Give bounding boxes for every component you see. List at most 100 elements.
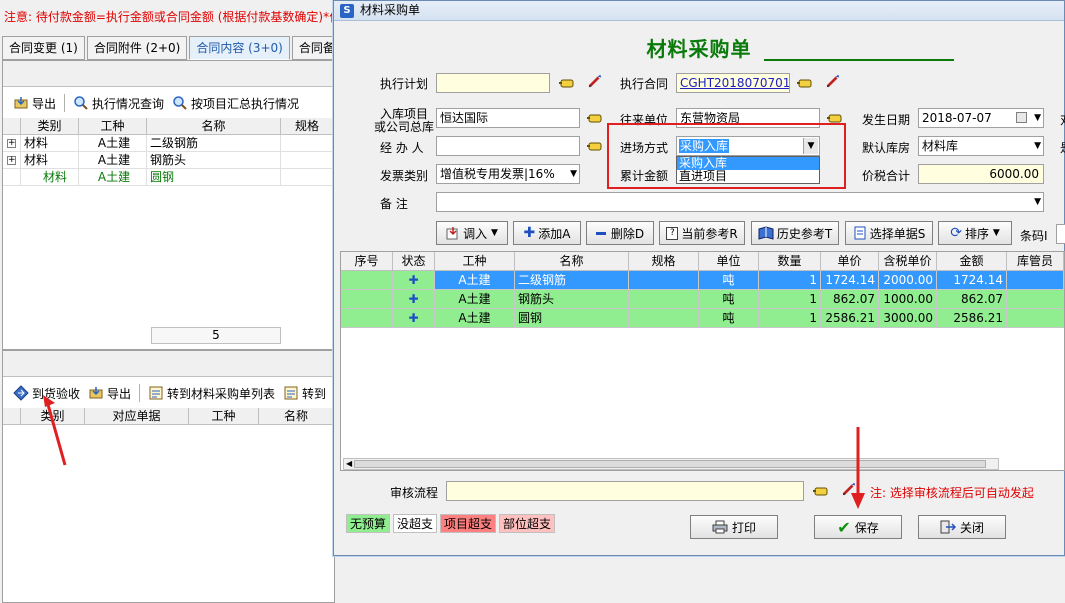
book-icon (758, 226, 774, 240)
print-button[interactable]: 打印 (690, 515, 778, 539)
arrival-pane: 到货验收 导出 转到材料采购单列表 转到 类别 对应单据 工种 名称 (2, 350, 335, 603)
table-row[interactable]: ✚ A土建 钢筋头 吨 1 862.07 1000.00 862.07 (341, 290, 1064, 309)
column-header[interactable]: 单价 (821, 252, 879, 270)
chevron-down-icon[interactable]: ▼ (1034, 113, 1041, 123)
check-icon: ✔ (837, 517, 851, 537)
select-doc-button[interactable]: 选择单据S (845, 221, 933, 245)
column-header[interactable]: 工种 (435, 252, 515, 270)
current-ref-button[interactable]: ? 当前参考R (659, 221, 745, 245)
pick-icon[interactable] (558, 75, 576, 91)
chevron-down-icon: ▼ (490, 228, 498, 238)
audit-field[interactable] (446, 481, 804, 501)
exec-query-button[interactable]: 执行情况查询 (69, 95, 168, 112)
row-count: 5 (151, 327, 281, 344)
plus-icon: ✚ (523, 225, 536, 241)
clear-icon[interactable] (586, 73, 604, 89)
table-row[interactable]: + 材料 A土建 二级钢筋 (3, 135, 334, 152)
scrollbar-thumb[interactable] (354, 460, 986, 468)
by-project-summary-button[interactable]: 按项目汇总执行情况 (168, 95, 303, 112)
close-button[interactable]: 关闭 (918, 515, 1006, 539)
sort-button[interactable]: ⟳ 排序 ▼ (938, 221, 1012, 245)
list-icon (284, 386, 298, 400)
import-button[interactable]: 调入 ▼ (436, 221, 508, 245)
chevron-down-icon[interactable]: ▼ (570, 169, 577, 179)
import-icon (446, 227, 458, 240)
date-field[interactable]: 2018-07-07 ▼ (918, 108, 1044, 128)
content-grid: 类别 工种 名称 规格 + 材料 A土建 二级钢筋 + 材料 A土建 钢筋头 材… (3, 118, 334, 186)
calendar-icon[interactable] (1016, 112, 1027, 123)
pick-icon[interactable] (586, 138, 604, 154)
barcode-field[interactable] (1056, 224, 1065, 244)
horizontal-scrollbar[interactable]: ◀ (343, 458, 999, 470)
audit-label: 审核流程 (390, 486, 439, 500)
export-icon (14, 97, 28, 109)
remark-label: 备 注 (380, 197, 408, 211)
column-header[interactable]: 名称 (515, 252, 629, 270)
pick-icon[interactable] (586, 110, 604, 126)
delete-button[interactable]: 删除D (586, 221, 654, 245)
exec-contract-field[interactable]: CGHT2018070701 (676, 73, 790, 93)
column-header[interactable]: 库管员 (1007, 252, 1064, 270)
column-header[interactable]: 序号 (341, 252, 393, 270)
chevron-left-icon[interactable]: ◀ (346, 459, 352, 469)
pick-icon[interactable] (812, 483, 830, 499)
legend-not-over: 没超支 (393, 514, 438, 533)
exec-plan-label: 执行计划 (380, 77, 429, 91)
export-button[interactable]: 导出 (9, 95, 60, 112)
tab-contract-content[interactable]: 合同内容 (3+0) (189, 36, 290, 60)
column-header[interactable]: 对应单据 (85, 408, 189, 424)
column-header[interactable]: 规格 (629, 252, 699, 270)
column-header[interactable]: 类别 (21, 118, 79, 134)
column-header[interactable]: 工种 (79, 118, 147, 134)
total-label: 价税合计 (862, 169, 911, 183)
invoice-label: 发票类别 (380, 169, 429, 183)
chevron-down-icon[interactable]: ▼ (1034, 141, 1041, 151)
annotation-arrow (851, 427, 865, 509)
exit-icon (940, 520, 956, 534)
status-plus-icon: ✚ (393, 290, 435, 308)
column-header[interactable]: 金额 (937, 252, 1007, 270)
total-field: 6000.00 (918, 164, 1044, 184)
history-ref-button[interactable]: 历史参考T (751, 221, 839, 245)
chevron-down-icon[interactable]: ▼ (1034, 197, 1041, 207)
tab-contract-attachment[interactable]: 合同附件 (2+0) (86, 36, 188, 60)
column-header[interactable]: 状态 (393, 252, 435, 270)
save-button[interactable]: ✔ 保存 (814, 515, 902, 539)
column-header[interactable]: 单位 (699, 252, 759, 270)
clear-icon[interactable] (824, 73, 842, 89)
column-header[interactable]: 工种 (189, 408, 259, 424)
default-wh-label: 默认库房 (862, 141, 911, 155)
column-header[interactable]: 名称 (259, 408, 334, 424)
dialog-titlebar[interactable]: 材料采购单 (334, 1, 1064, 21)
export-button[interactable]: 导出 (84, 385, 135, 402)
table-row[interactable]: ✚ A土建 圆钢 吨 1 2586.21 3000.00 2586.21 (341, 309, 1064, 328)
barcode-label: 条码I (1020, 229, 1048, 243)
column-header[interactable]: 名称 (147, 118, 281, 134)
purchase-order-dialog: 材料采购单 S 材料采购单 执行计划 执行合同 CGHT2018070701 入… (333, 0, 1065, 556)
to-purchase-list-button[interactable]: 转到材料采购单列表 (144, 385, 279, 402)
tab-contract-change[interactable]: 合同变更 (1) (2, 36, 85, 60)
column-header[interactable]: 含税单价 (879, 252, 937, 270)
page-title: 材料采购单 (646, 37, 752, 61)
project-field[interactable]: 恒达国际 (436, 108, 580, 128)
column-header[interactable]: 规格 (281, 118, 334, 134)
invoice-select[interactable]: 增值税专用发票|16% ▼ (436, 164, 580, 184)
expand-icon[interactable]: + (7, 139, 16, 148)
table-row[interactable]: 材料 A土建 圆钢 (3, 169, 334, 186)
handler-field[interactable] (436, 136, 580, 156)
minus-icon (595, 231, 606, 235)
expand-icon[interactable]: + (7, 156, 16, 165)
default-wh-select[interactable]: 材料库 ▼ (918, 136, 1044, 156)
app-icon: S (340, 4, 354, 18)
printer-icon (712, 520, 728, 534)
table-row[interactable]: ✚ A土建 二级钢筋 吨 1 1724.14 2000.00 1724.14 (341, 271, 1064, 290)
column-header[interactable]: 数量 (759, 252, 821, 270)
remark-field[interactable]: ▼ (436, 192, 1044, 212)
legend-no-budget: 无预算 (346, 514, 391, 533)
pick-icon[interactable] (796, 75, 814, 91)
table-row[interactable]: + 材料 A土建 钢筋头 (3, 152, 334, 169)
exec-contract-label: 执行合同 (620, 77, 669, 91)
add-button[interactable]: ✚ 添加A (513, 221, 581, 245)
to-more-button[interactable]: 转到 (279, 385, 330, 402)
exec-plan-field[interactable] (436, 73, 550, 93)
